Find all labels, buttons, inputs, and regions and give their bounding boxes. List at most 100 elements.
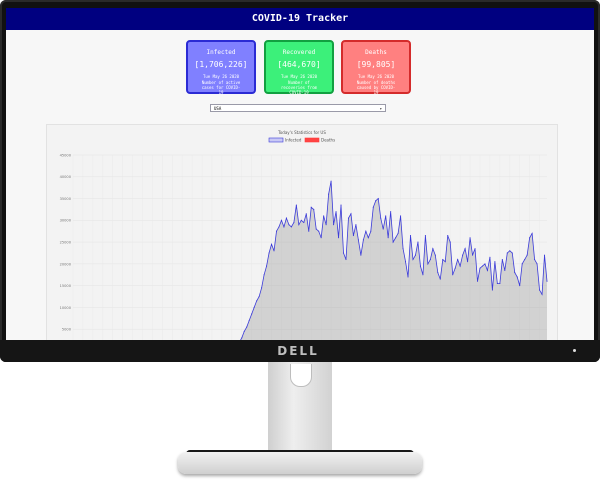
data-point-infected [447,235,449,237]
data-point-infected [541,293,543,295]
data-point-infected [452,274,454,276]
card-description: Number of deaths caused by COVID-19 [356,80,396,95]
data-point-infected [519,285,521,287]
data-point-infected [362,239,364,241]
data-point-infected [462,254,464,256]
dell-logo: DELL [277,344,319,358]
data-point-infected [382,228,384,230]
data-point-infected [464,248,466,250]
data-point-infected [437,272,439,274]
data-point-infected [285,217,287,219]
data-point-infected [256,300,258,302]
data-point-infected [434,254,436,256]
data-point-infected [536,263,538,265]
data-point-infected [404,261,407,263]
y-tick-label: 5000 [62,328,72,332]
data-point-infected [429,258,431,261]
card-count: [1,706,226] [194,60,248,69]
deaths-card: Deaths [99,805] Tue May 26 2020 Number o… [341,40,411,95]
y-tick-label: 35000 [60,197,72,201]
data-point-infected [531,232,533,234]
data-point-infected [340,204,342,206]
data-point-infected [290,226,292,228]
data-point-infected [479,267,481,269]
data-point-infected [278,226,280,228]
data-point-infected [246,326,248,328]
data-point-infected [300,219,302,221]
card-date: Tue May 26 2020 [280,74,318,79]
data-point-infected [320,237,322,239]
y-tick-label: 15000 [60,284,72,288]
data-point-infected [504,269,506,271]
app-title: COVID-19 Tracker [6,8,594,30]
y-tick-label: 45000 [60,153,72,157]
data-point-infected [288,224,290,226]
data-point-infected [295,204,297,206]
y-tick-label: 20000 [60,262,72,266]
data-point-infected [397,232,399,234]
y-tick-label: 10000 [60,306,72,310]
data-point-infected [280,219,283,221]
data-point-infected [305,213,307,215]
data-point-infected [439,278,441,280]
data-point-infected [270,243,273,245]
data-point-infected [360,254,362,256]
data-point-infected [491,289,493,291]
data-point-infected [529,237,531,239]
y-tick-label: 30000 [60,219,72,223]
data-point-infected [419,265,421,267]
data-point-infected [387,237,389,239]
data-point-infected [511,252,513,254]
card-date: Tue May 26 2020 [202,74,240,79]
stand-base [178,452,422,474]
data-point-infected [315,228,317,230]
data-point-infected [253,306,255,308]
data-point-infected [514,272,516,274]
card-title: Deaths [365,49,387,56]
data-point-infected [248,319,250,322]
data-point-infected [313,208,315,210]
card-title: Recovered [282,49,316,56]
data-point-infected [251,313,253,315]
y-tick-label: 25000 [60,241,72,245]
data-point-infected [333,224,335,226]
chart-panel: Today's Statistics for US Infected Deaths 5… [46,124,558,340]
data-point-infected [323,215,325,217]
data-point-infected [409,235,412,237]
covid-chart: Today's Statistics for US Infected Deaths 5… [60,130,548,340]
data-point-infected [375,200,377,202]
card-description: Number of active cases for COVID-19 [201,80,241,95]
country-select-value: USA [214,106,222,111]
data-point-infected [337,237,340,239]
data-point-infected [417,241,419,243]
data-point-infected [318,230,320,232]
data-point-infected [335,211,337,213]
data-point-infected [328,193,330,195]
data-point-infected [432,248,434,250]
data-point-infected [496,282,498,285]
data-point-infected [392,241,394,243]
chart-title: Today's Statistics for US [277,130,326,135]
data-point-infected [506,252,508,254]
data-point-infected [377,198,379,200]
data-point-infected [543,254,546,256]
data-point-infected [308,230,310,232]
data-point-infected [266,265,268,267]
data-point-infected [469,237,471,239]
data-point-infected [355,224,357,226]
data-point-infected [380,217,382,219]
data-point-infected [539,289,541,291]
data-point-infected [365,230,367,232]
data-point-infected [476,280,479,282]
data-point-infected [524,258,526,261]
data-point-infected [412,258,414,261]
data-point-infected [372,206,374,208]
data-point-infected [345,258,347,261]
legend-label-deaths: Deaths [321,138,335,143]
data-point-infected [484,263,486,265]
data-point-infected [330,180,332,182]
country-select[interactable]: USA ▾ [210,104,386,112]
data-point-infected [499,282,501,285]
data-point-infected [486,269,488,271]
data-point-infected [390,211,392,213]
